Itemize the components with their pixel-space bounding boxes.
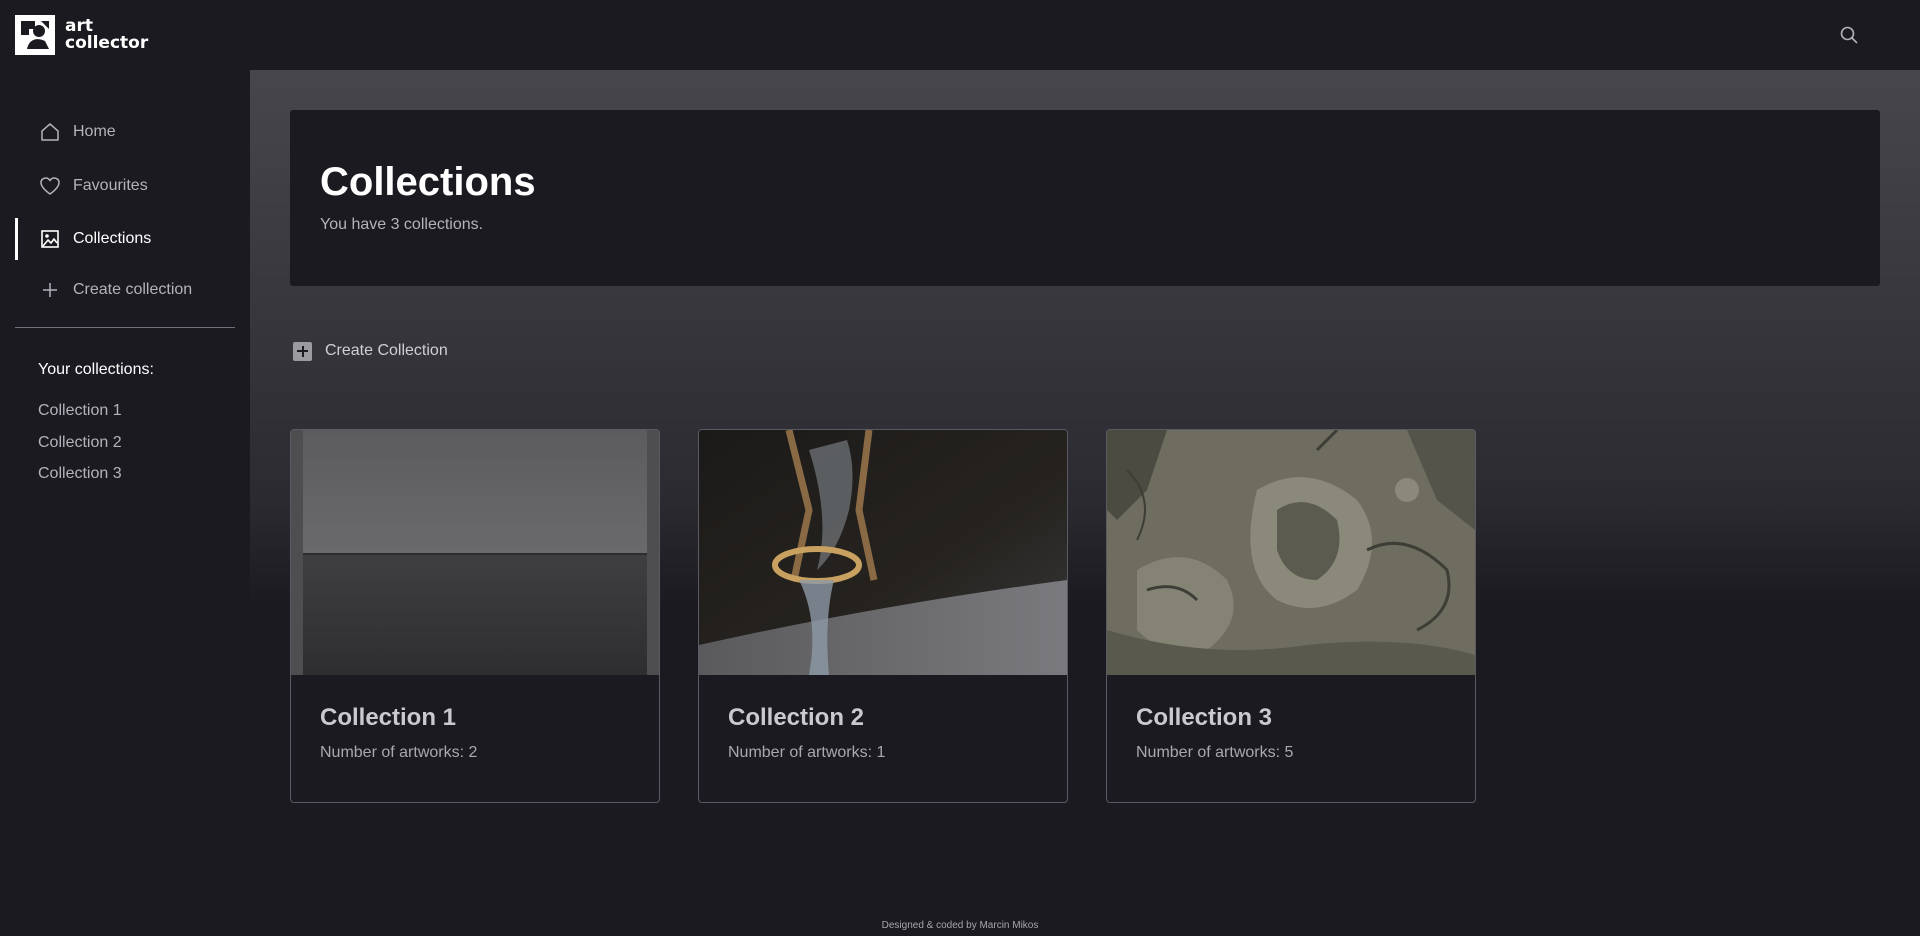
- collection-card-title: Collection 2: [728, 704, 865, 731]
- app-logo[interactable]: art collector: [15, 15, 148, 55]
- logo-wordmark: art collector: [65, 18, 148, 52]
- sidebar-item-favourites[interactable]: Favourites: [15, 165, 235, 207]
- collection-card-count: Number of artworks: 5: [1136, 744, 1294, 761]
- sidebar-item-label: Collections: [73, 230, 152, 247]
- sidebar-item-create-collection[interactable]: Create collection: [15, 269, 235, 311]
- footer-credit: Designed & coded by Marcin Mikos: [881, 920, 1039, 931]
- page-subtitle: You have 3 collections.: [320, 216, 484, 233]
- collection-cover-image: [1107, 430, 1475, 675]
- create-collection-button[interactable]: Create Collection: [290, 336, 448, 366]
- plus-icon: [39, 279, 61, 301]
- seascape-photo: [291, 430, 659, 675]
- collection-card[interactable]: Collection 2 Number of artworks: 1: [698, 429, 1068, 803]
- sidebar-item-home[interactable]: Home: [15, 111, 235, 153]
- collection-card[interactable]: Collection 1 Number of artworks: 2: [290, 429, 660, 803]
- sidebar-divider: [15, 327, 235, 328]
- collection-card[interactable]: Collection 3 Number of artworks: 5: [1106, 429, 1476, 803]
- sidebar-item-label: Create collection: [73, 281, 193, 298]
- page-title: Collections: [320, 160, 536, 204]
- engraving-print: [1107, 430, 1475, 675]
- collection-card-title: Collection 3: [1136, 704, 1273, 731]
- sidebar-item-label: Home: [73, 123, 116, 140]
- top-bar: art collector: [0, 0, 1920, 70]
- sidebar-collection-link[interactable]: Collection 3: [38, 465, 122, 483]
- collection-cover-image: [291, 430, 659, 675]
- sidebar-item-collections[interactable]: Collections: [15, 218, 235, 260]
- sidebar: Home Favourites Collections Create colle…: [0, 70, 250, 936]
- your-collections-heading: Your collections:: [38, 361, 154, 378]
- collection-card-count: Number of artworks: 1: [728, 744, 886, 761]
- page-header-card: Collections You have 3 collections.: [290, 110, 1880, 286]
- collection-card-title: Collection 1: [320, 704, 457, 731]
- sidebar-collection-link[interactable]: Collection 1: [38, 402, 122, 420]
- collection-cover-image: [699, 430, 1067, 675]
- search-button[interactable]: [1838, 24, 1860, 46]
- create-collection-label: Create Collection: [325, 342, 448, 359]
- sidebar-item-label: Favourites: [73, 177, 148, 194]
- hourglass-photo: [699, 430, 1067, 675]
- home-icon: [39, 121, 61, 143]
- plus-square-icon: [293, 341, 312, 361]
- sidebar-collection-link[interactable]: Collection 2: [38, 434, 122, 452]
- main-content: Collections You have 3 collections. Crea…: [250, 70, 1920, 936]
- logo-mark-icon: [15, 15, 55, 55]
- search-icon: [1840, 26, 1858, 44]
- heart-icon: [39, 175, 61, 197]
- logo-line-2: collector: [65, 33, 149, 53]
- collection-card-count: Number of artworks: 2: [320, 744, 478, 761]
- image-icon: [39, 228, 61, 250]
